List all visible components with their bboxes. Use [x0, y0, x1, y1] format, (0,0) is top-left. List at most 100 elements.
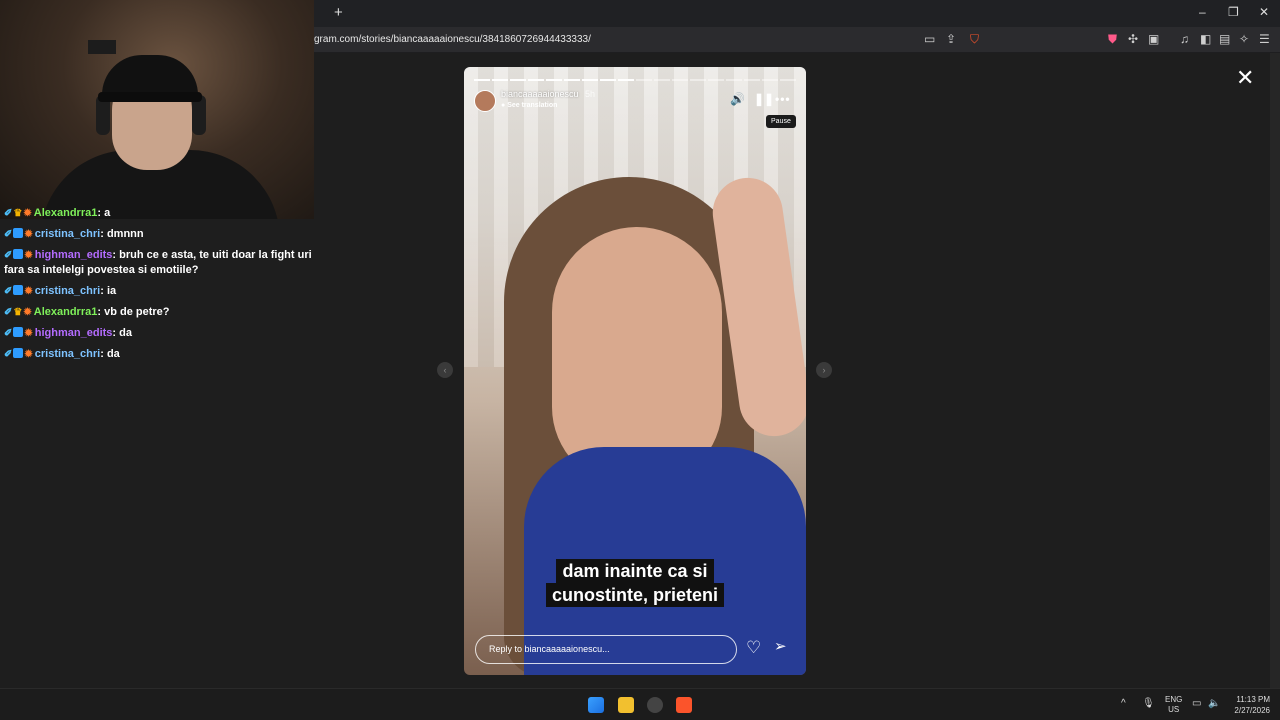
progress-segment — [492, 79, 508, 81]
progress-segment — [618, 79, 634, 81]
webcam-shelf — [88, 40, 116, 54]
chat-username[interactable]: cristina_chri — [35, 228, 100, 240]
chat-username[interactable]: highman_edits — [35, 327, 113, 339]
crown-badge-icon: ♛ — [13, 208, 23, 219]
orange-badge-icon: ✹ — [24, 349, 33, 360]
pause-icon[interactable]: ❚❚ — [754, 92, 774, 106]
sword-badge-icon: ✐ — [4, 229, 13, 240]
share-icon[interactable]: ⇪ — [946, 32, 956, 46]
send-icon[interactable]: ➢ — [774, 637, 787, 655]
subscriber-badge-icon — [13, 228, 24, 238]
volume-icon[interactable]: 🔊 — [730, 92, 745, 106]
brave-shields-icon[interactable]: ⛉ — [970, 32, 979, 47]
see-translation-link[interactable]: ● See translation — [501, 102, 557, 109]
progress-segment — [474, 79, 490, 81]
orange-badge-icon: ✹ — [23, 307, 32, 318]
clock[interactable]: 11:13 PM 2/27/2026 — [1228, 694, 1270, 716]
chat-username[interactable]: Alexandrra1 — [34, 207, 98, 219]
scrollbar[interactable] — [1270, 53, 1280, 688]
windows-start-icon[interactable] — [588, 697, 604, 713]
progress-segment — [600, 79, 616, 81]
more-options-icon[interactable]: ••• — [775, 92, 791, 106]
speaker-icon[interactable]: 🔈 — [1208, 698, 1220, 709]
lang-line-1: ENG — [1165, 695, 1183, 704]
story-progress-bar — [474, 79, 796, 81]
story-username[interactable]: biancaaaaaionescu — [501, 89, 579, 99]
caption-line-1: dam inainte ca si — [556, 559, 714, 583]
story-viewer[interactable]: biancaaaaaionescu 5h ● See translation 🔊… — [464, 67, 806, 675]
progress-segment — [672, 79, 688, 81]
chat-text: vb de petre? — [104, 306, 170, 318]
subscriber-badge-icon — [13, 285, 24, 295]
chat-overlay: ✐♛✹ Alexandrra1: a ✐ ✹ cristina_chri: dmnnn ✐… — [0, 207, 320, 365]
media-icon[interactable]: ♫ — [1180, 32, 1189, 46]
next-story-arrow-icon[interactable]: › — [816, 362, 832, 378]
cast-icon[interactable]: ▭ — [924, 32, 935, 46]
chat-username[interactable]: cristina_chri — [35, 348, 100, 360]
progress-segment — [636, 79, 652, 81]
network-icon[interactable]: ▭ — [1192, 698, 1201, 709]
chat-message: ✐ ✹ cristina_chri: ia — [0, 281, 320, 302]
archive-icon[interactable]: ▣ — [1148, 32, 1159, 46]
progress-segment — [690, 79, 706, 81]
extension-shield-icon[interactable]: ⛊ — [1108, 32, 1117, 47]
webcam-overlay — [0, 0, 314, 219]
chat-username[interactable]: cristina_chri — [35, 285, 100, 297]
chat-text: ia — [106, 285, 117, 297]
taskbar: ^ 🎙 ENG US ▭ 🔈 11:13 PM 2/27/2026 — [0, 688, 1280, 720]
chat-separator: : — [100, 285, 107, 297]
webcam-cap-brim — [98, 92, 202, 102]
chat-text: a — [104, 207, 111, 219]
url-field[interactable]: gram.com/stories/biancaaaaaionescu/38418… — [314, 34, 591, 45]
extensions-icon[interactable]: ✣ — [1128, 32, 1138, 46]
chat-username[interactable]: Alexandrra1 — [34, 306, 98, 318]
tray-chevron-icon[interactable]: ^ — [1121, 698, 1126, 709]
chat-message: ✐♛✹ Alexandrra1: a — [0, 203, 320, 224]
sword-badge-icon: ✐ — [4, 307, 13, 318]
microphone-icon[interactable]: 🎙 — [1142, 698, 1155, 709]
close-window-button[interactable]: ✕ — [1259, 5, 1269, 19]
minimize-button[interactable]: – — [1199, 5, 1206, 19]
sword-badge-icon: ✐ — [4, 349, 13, 360]
chat-text: dmnnn — [106, 228, 144, 240]
sword-badge-icon: ✐ — [4, 250, 13, 261]
sidebar-icon[interactable]: ◧ — [1200, 32, 1211, 46]
chat-message: ✐ ✹ highman_edits: bruh ce e asta, te uiti… — [0, 245, 320, 281]
reply-input[interactable]: Reply to biancaaaaaionescu... — [475, 635, 737, 664]
menu-icon[interactable]: ☰ — [1259, 32, 1270, 46]
maximize-button[interactable]: ❐ — [1228, 5, 1239, 19]
pause-tooltip: Pause — [766, 115, 796, 128]
subscriber-badge-icon — [13, 327, 24, 337]
avatar[interactable] — [474, 90, 496, 112]
clock-time: 11:13 PM — [1236, 695, 1270, 704]
chat-separator: : — [100, 348, 107, 360]
brave-browser-icon[interactable] — [676, 697, 692, 713]
sword-badge-icon: ✐ — [4, 286, 13, 297]
lang-line-2: US — [1168, 705, 1180, 714]
obs-icon[interactable] — [647, 697, 663, 713]
orange-badge-icon: ✹ — [23, 208, 32, 219]
chat-username[interactable]: highman_edits — [35, 249, 113, 261]
story-caption: dam inainte ca si cunostinte, prieteni — [464, 559, 806, 607]
progress-segment — [528, 79, 544, 81]
sword-badge-icon: ✐ — [4, 328, 13, 339]
language-indicator[interactable]: ENG US — [1165, 695, 1182, 715]
wallet-icon[interactable]: ▤ — [1219, 32, 1230, 46]
progress-segment — [708, 79, 724, 81]
progress-segment — [546, 79, 562, 81]
like-heart-icon[interactable]: ♡ — [746, 638, 761, 658]
progress-segment — [582, 79, 598, 81]
progress-segment — [744, 79, 760, 81]
chat-text: da — [119, 327, 132, 339]
leo-ai-icon[interactable]: ✧ — [1239, 32, 1249, 46]
chat-text: da — [106, 348, 120, 360]
orange-badge-icon: ✹ — [24, 250, 33, 261]
screen: + – ❐ ✕ gram.com/stories/biancaaaaaiones… — [0, 0, 1280, 720]
orange-badge-icon: ✹ — [24, 328, 33, 339]
new-tab-button[interactable]: + — [334, 4, 343, 21]
file-explorer-icon[interactable] — [618, 697, 634, 713]
previous-story-arrow-icon[interactable]: ‹ — [437, 362, 453, 378]
subscriber-badge-icon — [13, 249, 24, 259]
close-story-icon[interactable]: ✕ — [1236, 65, 1254, 91]
sword-badge-icon: ✐ — [4, 208, 13, 219]
